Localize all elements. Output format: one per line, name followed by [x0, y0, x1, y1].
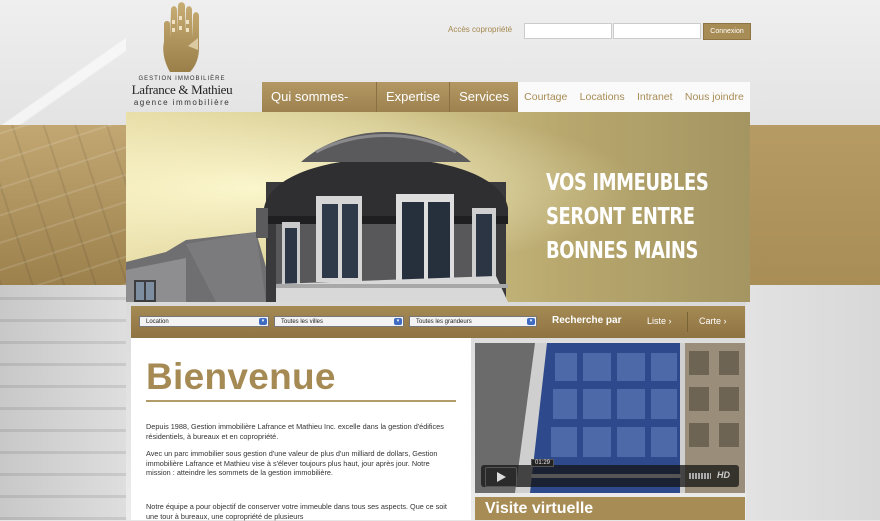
- intro-paragraph-1: Depuis 1988, Gestion immobilière Lafranc…: [146, 422, 444, 441]
- hd-toggle[interactable]: HD: [717, 470, 730, 480]
- dropdown-arrow-icon: ▾: [527, 318, 535, 325]
- property-search-bar: Location ▾ Toutes les villes ▾ Toutes le…: [131, 306, 745, 338]
- hand-logo-icon: [163, 2, 199, 72]
- main-nav: Qui sommes-nous Expertise Services: [262, 82, 518, 134]
- background-building-diagonal: [0, 30, 126, 125]
- nav-item-locations[interactable]: Locations: [580, 82, 625, 112]
- intro-paragraph-3: Notre équipe a pour objectif de conserve…: [146, 502, 447, 521]
- hero-banner: VOS IMMEUBLES SERONT ENTRE BONNES MAINS: [126, 112, 750, 302]
- dropdown-arrow-icon: ▾: [259, 318, 267, 325]
- hero-line-2: SERONT ENTRE: [546, 204, 695, 230]
- nav-item-qui-sommes-nous[interactable]: Qui sommes-nous: [262, 82, 377, 134]
- hero-line-3: BONNES MAINS: [546, 238, 699, 264]
- select-city[interactable]: Toutes les villes ▾: [274, 316, 404, 327]
- welcome-panel: Bienvenue Depuis 1988, Gestion immobiliè…: [131, 338, 471, 521]
- select-size[interactable]: Toutes les grandeurs ▾: [409, 316, 537, 327]
- virtual-tour-label: Visite virtuelle: [485, 500, 594, 517]
- dropdown-arrow-icon: ▾: [394, 318, 402, 325]
- search-map-link[interactable]: Carte ›: [699, 316, 727, 326]
- login-button[interactable]: Connexion: [703, 23, 751, 40]
- intro-paragraph-2: Avec un parc immobilier sous gestion d'u…: [146, 449, 438, 477]
- welcome-title: Bienvenue: [146, 356, 336, 397]
- select-listing-type[interactable]: Location ▾: [139, 316, 269, 327]
- video-player[interactable]: 01:29 HD: [475, 343, 745, 493]
- secondary-nav: Courtage Locations Intranet Nous joindre: [518, 82, 750, 112]
- volume-icon[interactable]: [689, 473, 711, 479]
- background-building-gold: [0, 125, 126, 285]
- nav-item-expertise[interactable]: Expertise: [377, 82, 451, 112]
- background-building-left: [0, 285, 126, 520]
- select-listing-type-value: Location: [146, 319, 169, 325]
- search-list-link[interactable]: Liste ›: [647, 316, 672, 326]
- video-timecode: 01:29: [531, 459, 555, 467]
- logo-name: Lafrance & Mathieu: [131, 82, 233, 97]
- search-divider: [687, 312, 688, 332]
- login-password-input[interactable]: [613, 23, 701, 39]
- title-divider: [146, 400, 456, 402]
- play-icon[interactable]: [485, 467, 517, 487]
- video-controls: 01:29 HD: [481, 459, 739, 487]
- hero-headline: VOS IMMEUBLES SERONT ENTRE BONNES MAINS: [546, 166, 709, 268]
- search-by-label: Recherche par: [552, 315, 622, 326]
- virtual-tour-banner[interactable]: Visite virtuelle: [475, 497, 745, 520]
- nav-item-services[interactable]: Services: [450, 82, 518, 112]
- login-username-input[interactable]: [524, 23, 612, 39]
- nav-item-nous-joindre[interactable]: Nous joindre: [685, 82, 744, 112]
- video-progress-bar[interactable]: [531, 474, 681, 478]
- nav-item-intranet[interactable]: Intranet: [637, 82, 673, 112]
- select-city-value: Toutes les villes: [281, 319, 324, 325]
- company-logo[interactable]: GESTION IMMOBILIÈRE Lafrance & Mathieu a…: [122, 2, 242, 108]
- select-size-value: Toutes les grandeurs: [416, 319, 472, 325]
- login-label: Accès copropriété: [448, 25, 513, 34]
- hero-line-1: VOS IMMEUBLES: [546, 170, 709, 196]
- background-lower-right: [746, 285, 880, 520]
- nav-item-courtage[interactable]: Courtage: [524, 82, 567, 112]
- logo-tagline: agence immobilière: [133, 98, 231, 107]
